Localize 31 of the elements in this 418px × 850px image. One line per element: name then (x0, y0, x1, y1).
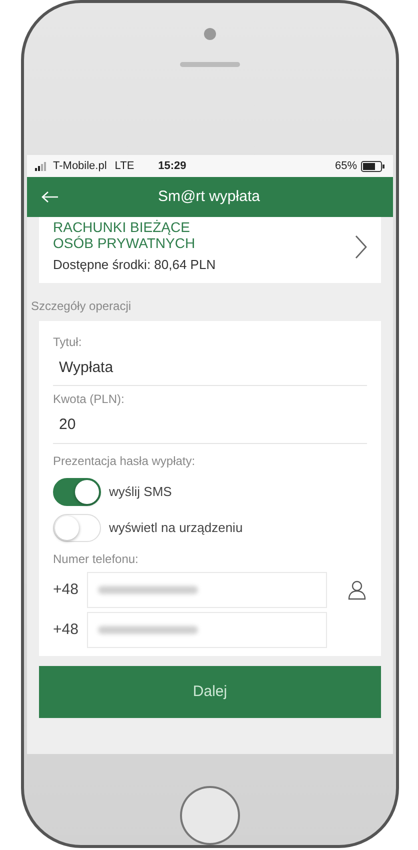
back-arrow-icon[interactable] (41, 191, 59, 204)
next-button[interactable]: Dalej (39, 666, 381, 718)
phone-input-field[interactable] (87, 572, 327, 608)
toggle-switch[interactable] (53, 478, 101, 506)
clock-time: 15:29 (158, 158, 186, 174)
network-type: LTE (114, 158, 134, 174)
account-name: RACHUNKI BIEŻĄCE (53, 219, 191, 236)
account-name: OSÓB PRYWATNYCH (53, 235, 196, 252)
battery-icon (361, 160, 385, 172)
field-label: Tytuł: (53, 334, 83, 351)
chevron-right-icon (355, 235, 367, 260)
toggle-label: wyświetl na urządzeniu (109, 519, 243, 538)
screen-title: Sm@rt wypłata (157, 186, 261, 207)
field-label: Numer telefonu: (53, 550, 140, 568)
toggle-label: wyślij SMS (109, 483, 172, 502)
field-label: Kwota (PLN): (53, 391, 126, 408)
account-card[interactable]: RACHUNKI BIEŻĄCE OSÓB PRYWATNYCH Dostępne środki: 80,64 PLN (39, 217, 381, 283)
carrier-name: T-Mobile.pl (53, 158, 107, 174)
available-balance: Dostępne środki: 80,64 PLN (53, 256, 217, 274)
phone-input-field[interactable] (87, 612, 327, 648)
signal-icon (35, 162, 49, 171)
battery-percent: 65% (334, 158, 357, 174)
camera-icon (204, 28, 216, 40)
field-label: Prezentacja hasła wypłaty: (53, 452, 196, 470)
phone-prefix: +48 (53, 580, 80, 600)
speaker-icon (180, 62, 240, 67)
input-field[interactable]: Wypłata (53, 350, 367, 386)
input-field[interactable]: 20 (53, 408, 367, 444)
contact-person-icon[interactable] (347, 580, 367, 600)
section-label: Szczegóły operacji (30, 298, 132, 315)
phone-prefix: +48 (53, 620, 80, 640)
